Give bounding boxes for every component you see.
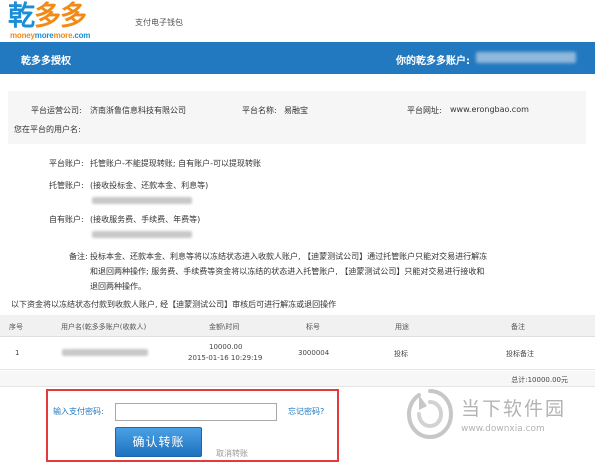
- row-username-blurred: [62, 349, 148, 356]
- account-label: 你的乾多多账户:: [396, 56, 470, 67]
- row-time: 2015-01-16 10:29:19: [188, 354, 263, 362]
- logo-tagline: moneymoremore.com: [10, 31, 90, 40]
- row-number: 3000004: [298, 349, 330, 357]
- company-label: 平台运营公司:: [31, 106, 82, 115]
- table-header: 序号 用户名(乾多多账户(收款人) 金额\时间 标号 用途 备注: [0, 315, 595, 337]
- escrow-account-blurred: [92, 197, 192, 204]
- platform-site-value[interactable]: www.erongbao.com: [450, 105, 529, 114]
- forgot-password-link[interactable]: 忘记密码?: [288, 406, 324, 417]
- platform-site-label: 平台网址:: [407, 106, 442, 115]
- remark-label: 备注:: [69, 252, 88, 261]
- own-account-label: 自有账户:: [49, 215, 84, 224]
- escrow-account-label: 托管账户:: [49, 181, 84, 190]
- password-label: 输入支付密码:: [53, 407, 104, 416]
- own-account-blurred: [92, 231, 192, 238]
- authorization-title: 乾多多授权: [21, 56, 71, 67]
- cancel-transfer-link[interactable]: 取消转账: [216, 448, 248, 459]
- authorization-bar: 乾多多授权 你的乾多多账户:: [0, 42, 595, 74]
- row-remark: 投标备注: [506, 350, 534, 358]
- logo-tag-more2: more: [53, 31, 73, 40]
- username-label: 您在平台的用户名:: [14, 125, 81, 134]
- own-account-desc: (接收服务费、手续费、年费等): [90, 215, 201, 224]
- col-purpose: 用途: [395, 323, 409, 331]
- logo-char-3: 多: [60, 1, 87, 32]
- downxia-watermark: 当下软件园 www.downxia.com: [403, 384, 593, 464]
- downxia-logo-icon: [406, 389, 454, 440]
- remark-line-1: 投标本金、还款本金、利息等将以冻结状态进入收款人账户, 【迪蒙测试公司】通过托管…: [90, 252, 488, 261]
- watermark-title: 当下软件园: [461, 398, 567, 420]
- row-index: 1: [15, 349, 20, 357]
- header-subtitle: 支付电子钱包: [135, 18, 183, 27]
- escrow-account-desc: (接收投标金、还款本金、利息等): [90, 181, 209, 190]
- payment-box: 输入支付密码: 忘记密码? 确认转账 取消转账: [46, 389, 339, 462]
- col-number: 标号: [306, 323, 320, 331]
- watermark-url: www.downxia.com: [461, 424, 545, 434]
- platform-name-value: 易融宝: [284, 106, 308, 115]
- logo-char-1: 乾: [8, 1, 35, 32]
- logo-tag-money: money: [10, 31, 35, 40]
- row-amount: 10000.00: [209, 343, 243, 351]
- remark-line-2: 和退回两种操作; 服务费、手续费等资金将以冻结的状态进入托管账户, 【迪蒙测试公…: [90, 267, 485, 276]
- top-header: 乾多多 moneymoremore.com 支付电子钱包: [0, 0, 595, 42]
- col-remark: 备注: [511, 323, 525, 331]
- freeze-note: 以下资金将以冻结状态付款到收款人账户, 经【迪蒙测试公司】审核后可进行解冻或退回…: [11, 300, 337, 309]
- platform-accounts-value: 托管账户-不能提现转账; 自有账户-可以提现转账: [90, 159, 262, 168]
- accounts-panel: 平台账户: 托管账户-不能提现转账; 自有账户-可以提现转账 托管账户: (接收…: [8, 148, 586, 298]
- company-value: 济南浙鲁信息科技有限公司: [90, 106, 186, 115]
- qianduoduo-logo[interactable]: 乾多多 moneymoremore.com: [8, 1, 130, 41]
- confirm-transfer-button[interactable]: 确认转账: [115, 427, 202, 457]
- logo-tag-more1: more: [34, 31, 54, 40]
- row-purpose: 投标: [394, 350, 408, 358]
- col-amount-time: 金额\时间: [209, 323, 240, 331]
- remark-line-3: 退回两种操作。: [90, 282, 146, 291]
- logo-char-2: 多: [34, 1, 61, 32]
- account-email-blurred: [476, 52, 576, 63]
- col-username: 用户名(乾多多账户(收款人): [61, 323, 147, 331]
- platform-name-label: 平台名称:: [242, 106, 277, 115]
- logo-chars: 乾多多: [8, 1, 87, 32]
- password-input[interactable]: [115, 403, 277, 421]
- platform-accounts-label: 平台账户:: [49, 159, 84, 168]
- platform-info-panel: 平台运营公司: 济南浙鲁信息科技有限公司 平台名称: 易融宝 平台网址: www…: [8, 91, 586, 144]
- table-row: 1 10000.00 2015-01-16 10:29:19 3000004 投…: [0, 338, 595, 370]
- logo-tag-com: .com: [72, 31, 91, 40]
- col-index: 序号: [9, 323, 23, 331]
